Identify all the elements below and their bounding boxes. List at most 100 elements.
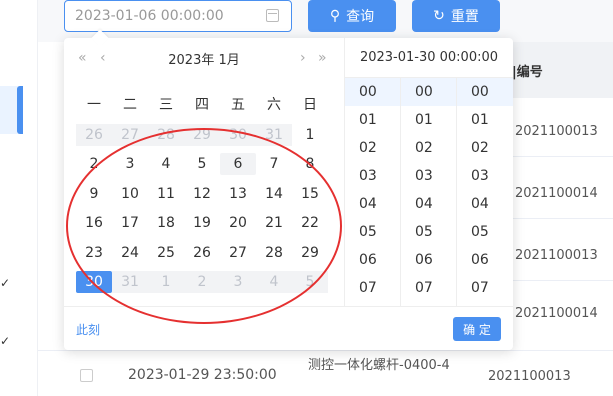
calendar-day[interactable]: 9 xyxy=(76,183,112,205)
table-header-code: |编号 xyxy=(512,42,613,98)
hour-option[interactable]: 01 xyxy=(345,106,400,134)
table-row: 2023-01-29 23:50:00 测控一体化螺杆-0400-4 20211… xyxy=(38,350,613,396)
calendar-day[interactable]: 25 xyxy=(148,242,184,264)
reset-button[interactable]: ↻ 重置 xyxy=(412,0,500,32)
hour-option[interactable]: 05 xyxy=(345,218,400,246)
calendar-day[interactable]: 31 xyxy=(256,123,292,146)
weekday-label: 二 xyxy=(123,97,137,113)
calendar-day[interactable]: 8 xyxy=(292,153,328,175)
table-cell-code: 2021100013 xyxy=(515,248,598,263)
calendar-day[interactable]: 24 xyxy=(112,242,148,264)
table-cell-code: 2021100013 xyxy=(515,124,598,139)
calendar-day[interactable]: 2 xyxy=(76,153,112,175)
hour-column[interactable]: 00 01 02 03 04 05 06 07 xyxy=(345,78,401,306)
hour-option[interactable]: 03 xyxy=(345,162,400,190)
calendar-day[interactable]: 11 xyxy=(148,183,184,205)
calendar-week-row: 30 31 1 2 3 4 5 xyxy=(76,268,328,298)
minute-option[interactable]: 07 xyxy=(401,274,456,302)
calendar-day[interactable]: 13 xyxy=(220,183,256,205)
calendar-day[interactable]: 28 xyxy=(256,242,292,264)
calendar-day[interactable]: 29 xyxy=(292,242,328,264)
weekday-label: 日 xyxy=(303,97,317,113)
calendar-day[interactable]: 3 xyxy=(220,271,256,294)
calendar-day[interactable]: 17 xyxy=(112,212,148,234)
search-icon: ⚲ xyxy=(329,8,341,24)
calendar-day[interactable]: 27 xyxy=(220,242,256,264)
calendar-day[interactable]: 27 xyxy=(112,123,148,146)
calendar-day[interactable]: 30 xyxy=(220,123,256,146)
second-option[interactable]: 07 xyxy=(457,274,513,302)
calendar-day[interactable]: 2 xyxy=(184,271,220,294)
picker-footer: 此刻 确 定 xyxy=(64,306,513,350)
calendar-day[interactable]: 28 xyxy=(148,123,184,146)
minute-option[interactable]: 03 xyxy=(401,162,456,190)
date-text-field[interactable] xyxy=(75,8,245,24)
hour-option[interactable]: 06 xyxy=(345,246,400,274)
second-option[interactable]: 02 xyxy=(457,134,513,162)
calendar-day[interactable]: 5 xyxy=(292,271,328,294)
minute-option[interactable]: 00 xyxy=(401,78,456,106)
calendar-day[interactable]: 1 xyxy=(292,124,328,146)
calendar-day[interactable]: 14 xyxy=(256,183,292,205)
minute-option[interactable]: 05 xyxy=(401,218,456,246)
calendar-day[interactable]: 4 xyxy=(256,271,292,294)
calendar-day[interactable]: 7 xyxy=(256,153,292,175)
minute-option[interactable]: 02 xyxy=(401,134,456,162)
calendar-day[interactable]: 26 xyxy=(184,242,220,264)
calendar-day[interactable]: 20 xyxy=(220,212,256,234)
confirm-button[interactable]: 确 定 xyxy=(453,317,501,341)
next-month-icon[interactable]: › xyxy=(300,50,306,66)
second-option[interactable]: 01 xyxy=(457,106,513,134)
calendar-day[interactable]: 6 xyxy=(220,153,256,176)
calendar-day[interactable]: 16 xyxy=(76,212,112,234)
calendar-day[interactable]: 26 xyxy=(76,123,112,146)
prev-month-icon[interactable]: ‹ xyxy=(100,50,106,66)
calendar-day[interactable]: 5 xyxy=(184,153,220,175)
table-cell-code: 2021100014 xyxy=(515,186,598,201)
calendar-header: « ‹ 2023年 1月 › » xyxy=(64,38,344,78)
calendar-week-row: 23 24 25 26 27 28 29 xyxy=(76,238,328,268)
next-year-icon[interactable]: » xyxy=(318,50,327,66)
weekday-header: 一二三四五六日 xyxy=(76,94,328,114)
calendar-day[interactable]: 31 xyxy=(112,271,148,294)
calendar-day[interactable]: 18 xyxy=(148,212,184,234)
calendar-day[interactable]: 3 xyxy=(112,153,148,175)
calendar-day[interactable]: 10 xyxy=(112,183,148,205)
calendar-day[interactable]: 29 xyxy=(184,123,220,146)
calendar-day[interactable]: 4 xyxy=(148,153,184,175)
hour-option[interactable]: 07 xyxy=(345,274,400,302)
sidebar-active-indicator xyxy=(17,86,23,134)
date-picker-input[interactable] xyxy=(64,0,292,32)
check-icon: ✓ xyxy=(0,276,11,290)
calendar-day[interactable]: 21 xyxy=(256,212,292,234)
second-option[interactable]: 04 xyxy=(457,190,513,218)
calendar-day[interactable]: 23 xyxy=(76,242,112,264)
calendar-day[interactable]: 19 xyxy=(184,212,220,234)
row-time: 2023-01-29 23:50:00 xyxy=(128,367,277,383)
calendar-day[interactable]: 1 xyxy=(148,271,184,294)
search-button[interactable]: ⚲ 查询 xyxy=(308,0,396,32)
minute-option[interactable]: 06 xyxy=(401,246,456,274)
minute-column[interactable]: 00 01 02 03 04 05 06 07 xyxy=(401,78,457,306)
calendar-title[interactable]: 2023年 1月 xyxy=(168,49,240,68)
second-column[interactable]: 00 01 02 03 04 05 06 07 xyxy=(457,78,513,306)
minute-option[interactable]: 01 xyxy=(401,106,456,134)
calendar-icon xyxy=(266,9,279,22)
calendar-day[interactable]: 15 xyxy=(292,183,328,205)
second-option[interactable]: 06 xyxy=(457,246,513,274)
hour-option[interactable]: 02 xyxy=(345,134,400,162)
now-link[interactable]: 此刻 xyxy=(76,321,100,338)
second-option[interactable]: 03 xyxy=(457,162,513,190)
prev-year-icon[interactable]: « xyxy=(78,50,87,66)
row-checkbox[interactable] xyxy=(80,369,93,382)
hour-option[interactable]: 04 xyxy=(345,190,400,218)
hour-option[interactable]: 00 xyxy=(345,78,400,106)
row-divider xyxy=(512,156,613,157)
calendar-day[interactable]: 22 xyxy=(292,212,328,234)
minute-option[interactable]: 04 xyxy=(401,190,456,218)
datetime-picker-popup: « ‹ 2023年 1月 › » 一二三四五六日 26 27 28 29 30 31 1 2 3… xyxy=(64,29,513,350)
second-option[interactable]: 00 xyxy=(457,78,513,106)
calendar-day[interactable]: 12 xyxy=(184,183,220,205)
second-option[interactable]: 05 xyxy=(457,218,513,246)
calendar-day[interactable]: 30 xyxy=(76,271,112,294)
